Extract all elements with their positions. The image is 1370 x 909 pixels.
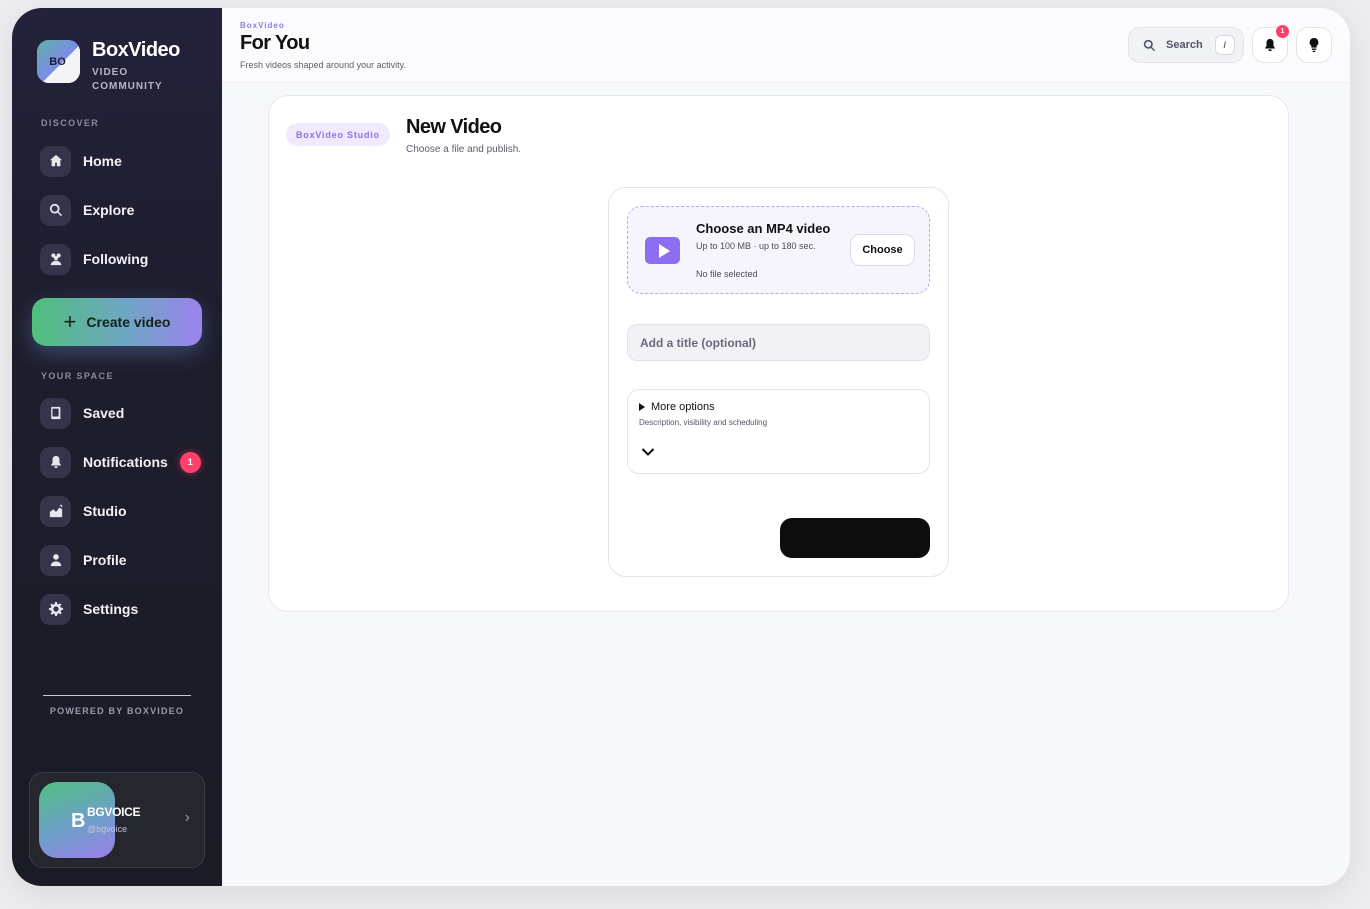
sidebar-divider [43,695,191,696]
bell-icon [1264,38,1276,52]
lightbulb-icon [1309,38,1319,52]
page-subtitle: Fresh videos shaped around your activity… [240,60,406,70]
more-options-description: Description, visibility and scheduling [639,418,768,427]
sidebar-item-saved[interactable]: Saved [40,397,124,429]
app-window: BO BoxVideo VIDEO COMMUNITY DISCOVER Hom… [12,8,1350,886]
user-handle: @bgvoice [87,824,128,834]
powered-by: POWERED BY BOXVIDEO [49,706,185,716]
sidebar-item-explore[interactable]: Explore [40,194,134,226]
more-options-toggle[interactable]: More options [639,401,715,413]
plus-icon: + [63,309,77,334]
page-title: For You [240,32,310,54]
card-subtitle: Choose a file and publish. [406,144,522,155]
chevron-down-icon[interactable] [641,447,655,457]
search-icon [1143,39,1156,51]
notification-badge: 1 [179,451,201,473]
your-space-label: YOUR SPACE [41,371,114,381]
upload-form: Choose an MP4 video Up to 100 MB · up to… [608,187,949,577]
sidebar-item-home[interactable]: Home [40,145,122,177]
brand[interactable]: BO BoxVideo VIDEO COMMUNITY [37,39,180,94]
file-status: No file selected [696,269,758,279]
gear-icon [40,593,71,625]
avatar-initial: B [71,810,86,832]
theme-toggle-button[interactable] [1296,27,1332,63]
brand-subtitle: VIDEO COMMUNITY [92,67,163,92]
upload-title: Choose an MP4 video [696,221,831,236]
sidebar: BO BoxVideo VIDEO COMMUNITY DISCOVER Hom… [12,8,222,886]
chevron-right-icon: › [184,809,190,826]
video-play-icon [645,237,680,264]
search-button[interactable]: Search / [1128,27,1244,63]
title-input[interactable]: Add a title (optional) [627,324,930,361]
sidebar-item-notifications[interactable]: Notifications 1 [40,446,201,478]
user-card[interactable]: B BGVOICE @bgvoice › [29,772,205,868]
sidebar-item-following[interactable]: Following [40,243,148,275]
create-video-button[interactable]: + Create video [32,298,202,346]
file-drop-zone[interactable]: Choose an MP4 video Up to 100 MB · up to… [627,206,930,294]
bell-icon [40,446,71,478]
sidebar-item-studio[interactable]: Studio [40,495,127,527]
chart-icon [40,495,71,527]
top-header: BoxVideo For You Fresh videos shaped aro… [222,8,1350,83]
home-icon [40,145,71,177]
card-title: New Video [406,116,502,138]
disclosure-triangle-icon [639,403,645,411]
users-icon [40,243,71,275]
user-name: BGVOICE [87,805,141,819]
notifications-button[interactable]: 1 [1252,25,1289,63]
choose-file-button[interactable]: Choose [850,234,915,266]
more-options-panel[interactable]: More options Description, visibility and… [627,389,930,474]
book-icon [40,397,71,429]
upload-limits: Up to 100 MB · up to 180 sec. [696,241,816,251]
sidebar-item-settings[interactable]: Settings [40,593,138,625]
brand-name: BoxVideo [92,39,180,61]
publish-button[interactable] [780,518,930,558]
brand-logo: BO [37,40,80,83]
discover-label: DISCOVER [41,118,100,128]
sidebar-item-profile[interactable]: Profile [40,544,127,576]
new-video-card: BoxVideo Studio New Video Choose a file … [268,95,1289,612]
user-icon [40,544,71,576]
search-shortcut: / [1214,35,1235,55]
notification-count-badge: 1 [1276,25,1289,38]
search-icon [40,194,71,226]
breadcrumb: BoxVideo [240,21,285,30]
studio-badge: BoxVideo Studio [286,123,390,146]
